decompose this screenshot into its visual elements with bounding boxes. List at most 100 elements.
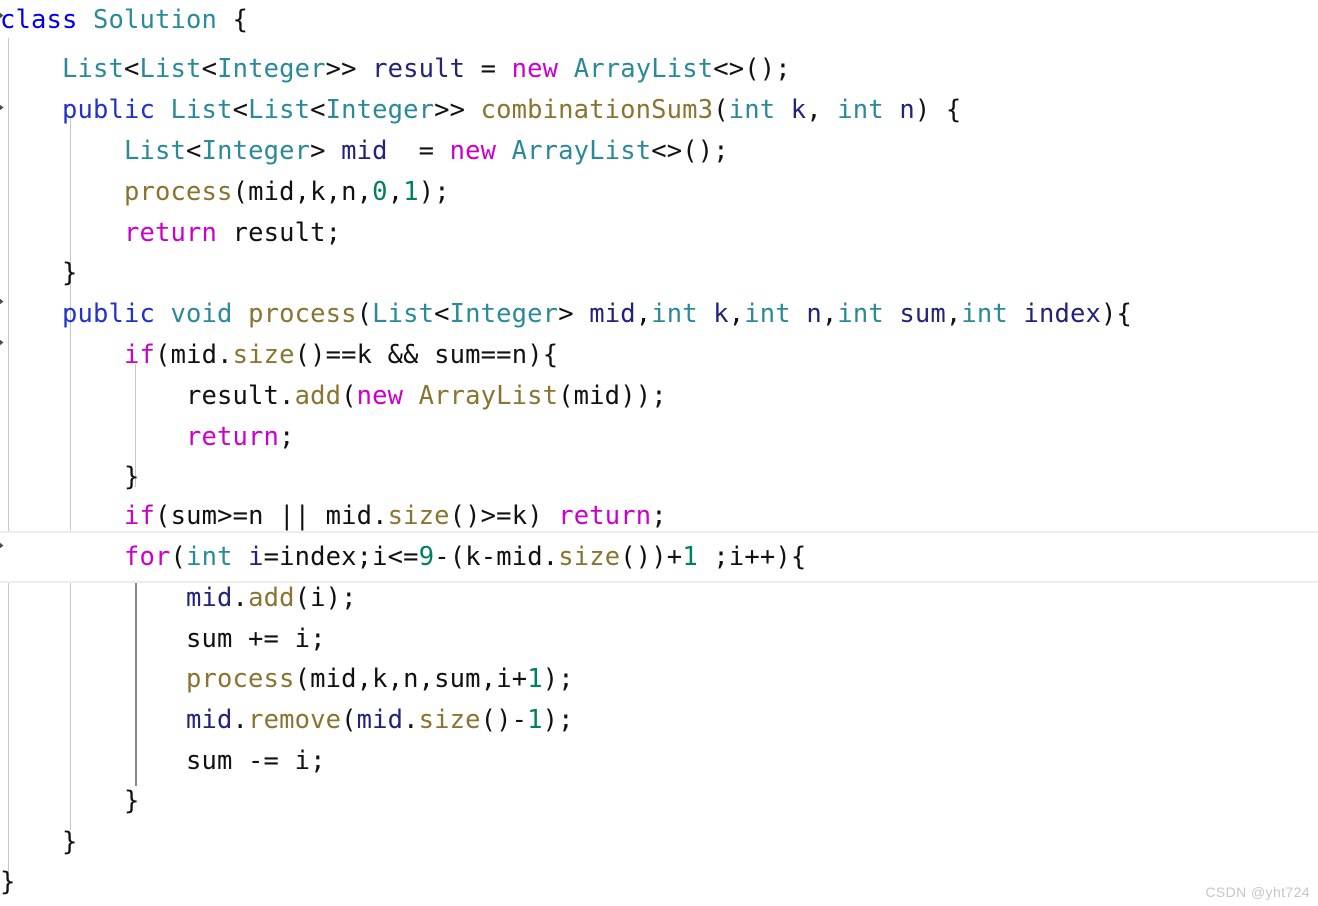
code-token: ( [356, 299, 373, 329]
code-token: Integer [449, 299, 559, 329]
code-token: 9 [418, 542, 435, 572]
code-line[interactable]: if(sum>=n || mid.size()>=k) return; [0, 496, 1318, 536]
code-token: Solution [93, 5, 218, 35]
code-token: return [558, 501, 652, 531]
code-token: k [372, 664, 388, 694]
code-token: 1 [527, 664, 543, 694]
code-line[interactable]: process(mid,k,n,0,1); [0, 172, 1318, 212]
code-token: List [124, 136, 187, 166]
code-token: , [356, 177, 373, 207]
code-token: void [170, 299, 233, 329]
code-token: , [418, 664, 435, 694]
code-line[interactable]: return; [0, 417, 1318, 457]
code-token: int [651, 299, 698, 329]
code-line[interactable]: } [0, 822, 1318, 862]
code-editor-surface[interactable]: class Solution { List<List<Integer>> res… [0, 0, 1318, 906]
code-line[interactable]: } [0, 253, 1318, 293]
code-token: k [713, 299, 729, 329]
code-token: = [263, 542, 280, 572]
code-line[interactable]: public List<List<Integer>> combinationSu… [0, 90, 1318, 130]
code-token: sum [434, 340, 481, 370]
code-token: , [356, 664, 373, 694]
code-token: > [310, 136, 342, 166]
code-token: ArrayList [573, 54, 714, 84]
code-line[interactable]: } [0, 862, 1318, 902]
code-token: n [806, 299, 822, 329]
code-line[interactable]: } [0, 781, 1318, 821]
code-token: ( [713, 95, 729, 125]
code-token: , [480, 664, 497, 694]
code-line[interactable]: process(mid,k,n,sum,i+1); [0, 659, 1318, 699]
code-token: result [186, 381, 280, 411]
code-token: ; [697, 542, 729, 572]
code-token: , [635, 299, 652, 329]
code-token: mid [248, 177, 295, 207]
code-token: process [186, 664, 295, 694]
code-token: Integer [201, 136, 311, 166]
code-token: = [387, 136, 450, 166]
code-line[interactable]: List<List<Integer>> result = new ArrayLi… [0, 49, 1318, 89]
code-token: ( [341, 381, 357, 411]
code-line[interactable]: mid.remove(mid.size()-1); [0, 700, 1318, 740]
code-token: sum [186, 624, 233, 654]
code-token: -( [434, 542, 466, 572]
code-token: ()- [480, 705, 528, 735]
code-line[interactable]: } [0, 457, 1318, 497]
code-token: >> [325, 54, 373, 84]
code-token: public [62, 299, 156, 329]
code-token: sum [434, 664, 481, 694]
code-token: mid [341, 136, 388, 166]
code-token: ); [418, 177, 450, 207]
code-line[interactable]: class Solution { [0, 0, 1318, 40]
code-token: - [480, 542, 497, 572]
code-token: ( [155, 340, 171, 370]
code-token: <>(); [651, 136, 729, 166]
code-token: size [387, 501, 450, 531]
code-token: < [124, 54, 140, 84]
code-line[interactable]: result.add(new ArrayList(mid)); [0, 376, 1318, 416]
code-token: int [186, 542, 233, 572]
code-token: add [294, 381, 342, 411]
code-token: ArrayList [418, 381, 559, 411]
code-token: ())+ [620, 542, 683, 572]
code-token: , [325, 177, 342, 207]
code-token: )); [620, 381, 667, 411]
code-line[interactable]: return result; [0, 213, 1318, 253]
code-token: += [232, 624, 295, 654]
code-line[interactable]: List<Integer> mid = new ArrayList<>(); [0, 131, 1318, 171]
code-token: . [403, 705, 419, 735]
code-line[interactable]: for(int i=index;i<=9-(k-mid.size())+1 ;i… [0, 537, 1318, 577]
code-token: 1 [682, 542, 698, 572]
code-token: List [62, 54, 125, 84]
code-token: sum [170, 501, 218, 531]
code-token: >> [434, 95, 481, 125]
code-token: . [217, 340, 233, 370]
code-token: size [418, 705, 481, 735]
code-line[interactable]: sum -= i; [0, 741, 1318, 781]
code-token: if [124, 340, 156, 370]
code-line[interactable]: if(mid.size()==k && sum==n){ [0, 335, 1318, 375]
code-line[interactable]: sum += i; [0, 619, 1318, 659]
code-token: List [139, 54, 202, 84]
code-token: mid [589, 299, 636, 329]
code-token: , [821, 299, 838, 329]
code-token: n [248, 501, 264, 531]
code-token: k [511, 501, 528, 531]
code-line[interactable]: public void process(List<Integer> mid,in… [0, 294, 1318, 334]
code-token: } [124, 786, 140, 816]
code-token: n [403, 664, 419, 694]
code-line[interactable]: mid.add(i); [0, 578, 1318, 618]
